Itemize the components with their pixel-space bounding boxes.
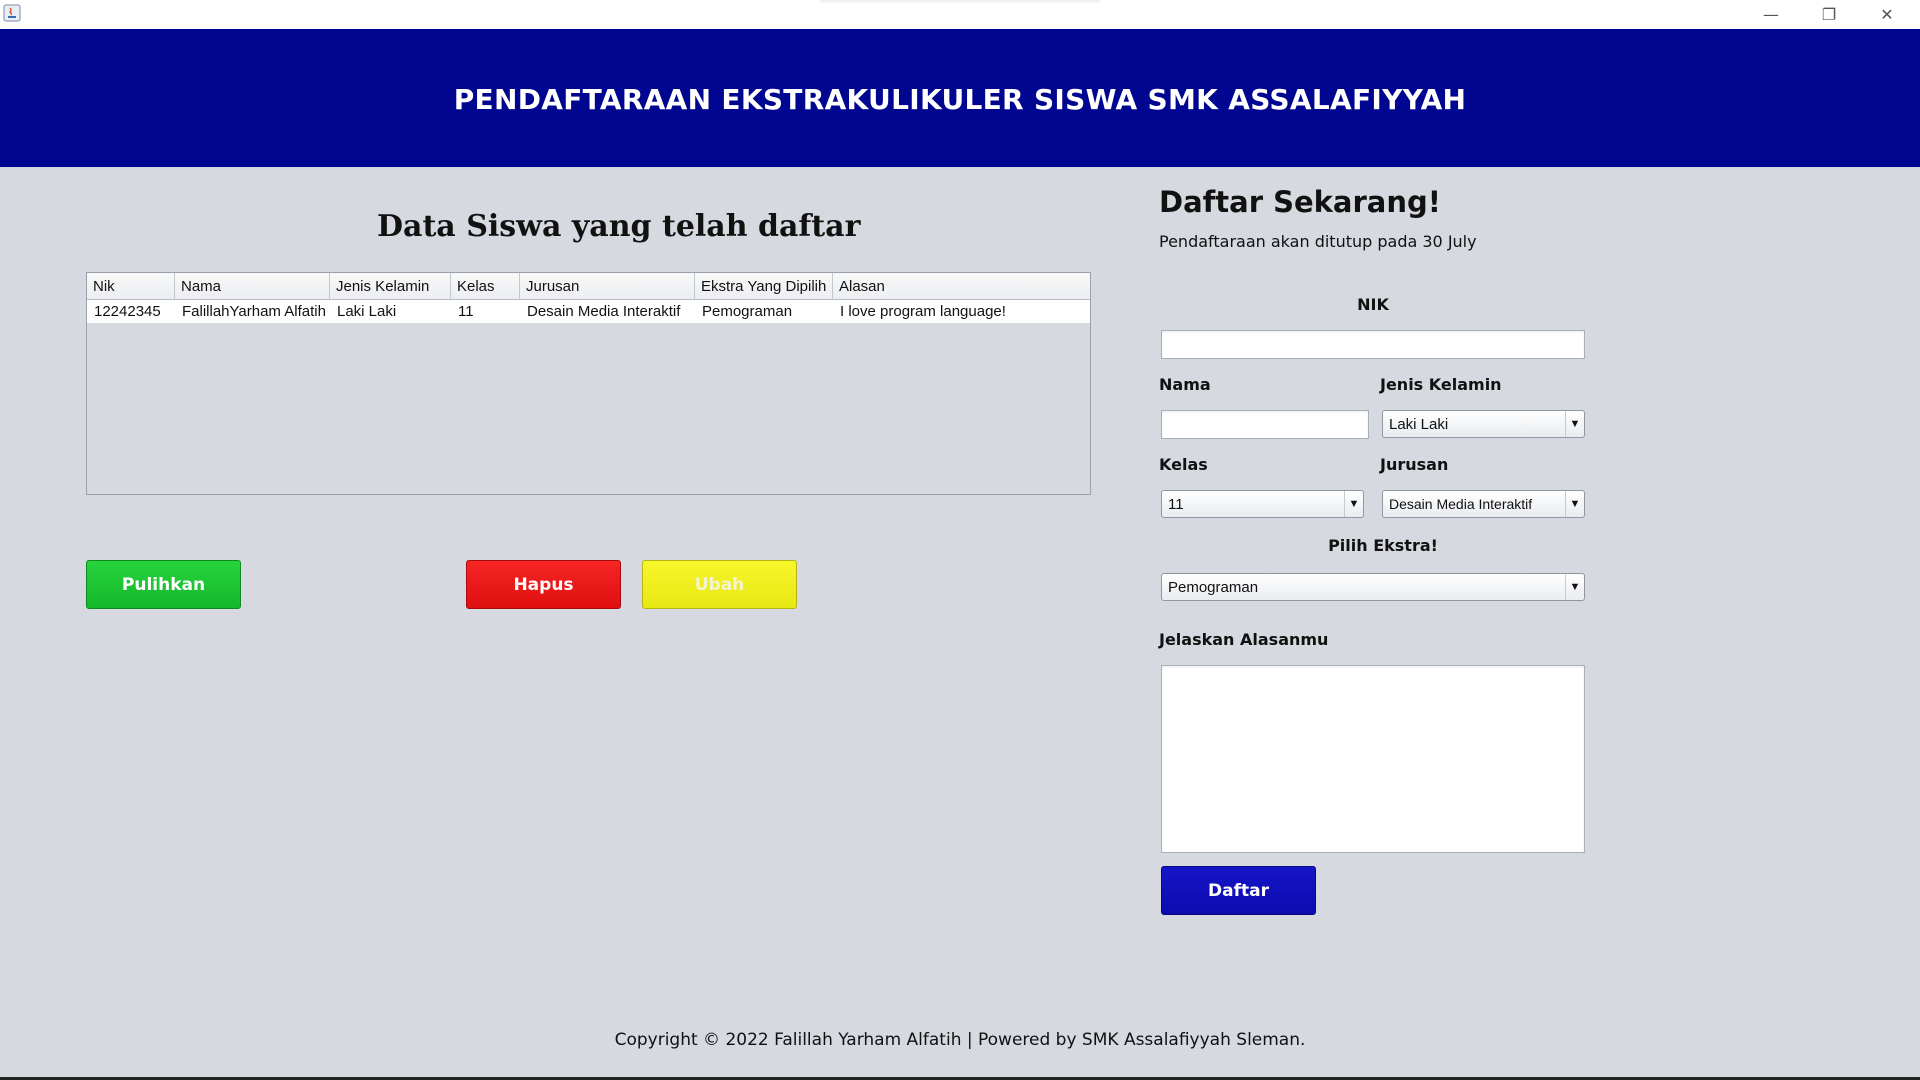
minimize-button[interactable]: — (1742, 0, 1800, 29)
column-header-kelas[interactable]: Kelas (451, 273, 520, 299)
edit-label: Ubah (694, 574, 745, 595)
chevron-down-icon: ▼ (1565, 411, 1584, 437)
reason-label: Jelaskan Alasanmu (1159, 630, 1329, 649)
restore-button[interactable]: ❐ (1800, 0, 1858, 29)
nik-input[interactable] (1161, 330, 1585, 359)
gender-label: Jenis Kelamin (1380, 375, 1502, 394)
gender-select[interactable]: Laki Laki ▼ (1382, 410, 1585, 438)
close-icon: ✕ (1880, 5, 1894, 24)
column-header-ekstra[interactable]: Ekstra Yang Dipilih (695, 273, 833, 299)
column-header-nik[interactable]: Nik (87, 273, 175, 299)
major-select-value: Desain Media Interaktif (1389, 496, 1533, 512)
header-title: PENDAFTARAAN EKSTRAKULIKULER SISWA SMK A… (453, 82, 1467, 116)
column-header-jurusan[interactable]: Jurusan (520, 273, 695, 299)
class-label: Kelas (1159, 455, 1208, 474)
delete-button[interactable]: Hapus (466, 560, 621, 609)
cell-ekstra[interactable]: Pemograman (695, 300, 833, 323)
chevron-down-icon: ▼ (1565, 574, 1584, 600)
gender-select-value: Laki Laki (1389, 415, 1449, 433)
cell-nama[interactable]: FalillahYarham Alfatih (175, 300, 330, 323)
column-header-alasan[interactable]: Alasan (833, 273, 1090, 299)
restore-data-button[interactable]: Pulihkan (86, 560, 241, 609)
list-title: Data Siswa yang telah daftar (377, 209, 861, 244)
form-subtitle: Pendaftaraan akan ditutup pada 30 July (1159, 232, 1477, 251)
window-title-bar (0, 0, 1920, 29)
submit-label: Daftar (1208, 880, 1269, 901)
column-header-nama[interactable]: Nama (175, 273, 330, 299)
name-label: Nama (1159, 375, 1211, 394)
close-button[interactable]: ✕ (1858, 0, 1916, 29)
extra-select-value: Pemograman (1168, 578, 1259, 596)
form-title: Daftar Sekarang! (1159, 185, 1441, 219)
footer-copyright: Copyright © 2022 Falillah Yarham Alfatih… (614, 1030, 1306, 1050)
title-bar-shadow (820, 0, 1100, 4)
cell-jurusan[interactable]: Desain Media Interaktif (520, 300, 695, 323)
minimize-icon: — (1763, 5, 1779, 24)
major-select[interactable]: Desain Media Interaktif ▼ (1382, 490, 1585, 518)
chevron-down-icon: ▼ (1344, 491, 1363, 517)
cell-alasan[interactable]: I love program language! (833, 300, 1090, 323)
app-header: PENDAFTARAAN EKSTRAKULIKULER SISWA SMK A… (0, 29, 1920, 167)
cell-jenis-kelamin[interactable]: Laki Laki (330, 300, 451, 323)
cell-nik[interactable]: 12242345 (87, 300, 175, 323)
java-app-icon[interactable] (3, 4, 21, 22)
major-label: Jurusan (1380, 455, 1449, 474)
table-row[interactable]: 12242345 FalillahYarham Alfatih Laki Lak… (87, 300, 1090, 323)
class-select-value: 11 (1168, 495, 1184, 513)
registrant-table[interactable]: Nik Nama Jenis Kelamin Kelas Jurusan Eks… (86, 272, 1091, 495)
cell-kelas[interactable]: 11 (451, 300, 520, 323)
delete-label: Hapus (513, 574, 574, 595)
restore-icon: ❐ (1821, 5, 1837, 24)
chevron-down-icon: ▼ (1565, 491, 1584, 517)
nik-label: NIK (1357, 295, 1389, 314)
edit-button[interactable]: Ubah (642, 560, 797, 609)
restore-data-label: Pulihkan (121, 574, 206, 595)
extra-select[interactable]: Pemograman ▼ (1161, 573, 1585, 601)
extra-label: Pilih Ekstra! (1328, 536, 1438, 555)
class-select[interactable]: 11 ▼ (1161, 490, 1364, 518)
reason-textarea[interactable] (1161, 665, 1585, 853)
column-header-jenis-kelamin[interactable]: Jenis Kelamin (330, 273, 451, 299)
name-input[interactable] (1161, 410, 1369, 439)
table-header: Nik Nama Jenis Kelamin Kelas Jurusan Eks… (87, 273, 1090, 300)
submit-button[interactable]: Daftar (1161, 866, 1316, 915)
